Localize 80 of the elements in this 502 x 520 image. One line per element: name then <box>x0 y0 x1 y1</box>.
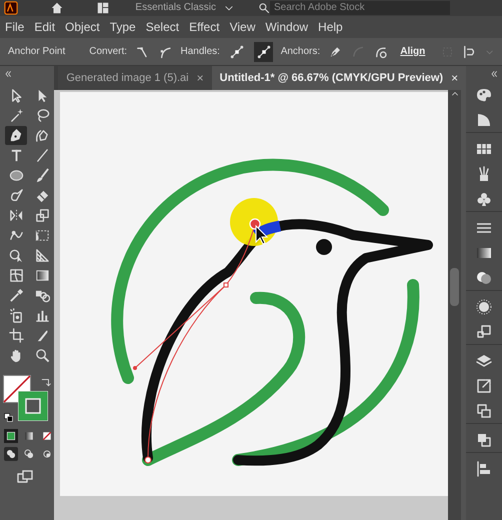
menu-item[interactable]: Object <box>60 18 105 36</box>
pen-tool-button[interactable] <box>5 126 27 145</box>
color-guide-icon[interactable] <box>476 112 492 128</box>
default-colors-icon[interactable] <box>4 413 13 422</box>
layout-icon[interactable] <box>96 1 110 15</box>
handles-toggle-button[interactable] <box>254 42 273 62</box>
scroll-up-icon[interactable] <box>450 90 459 98</box>
gradient-swatch-icon <box>24 431 34 441</box>
align-link[interactable]: Align <box>400 44 426 59</box>
pathfinder-icon[interactable] <box>476 432 492 448</box>
handles-icon <box>256 44 270 58</box>
artboards-icon[interactable] <box>476 402 492 418</box>
shaper-tool-icon <box>8 188 24 203</box>
reflect-tool-icon <box>8 208 24 223</box>
line-tool-icon <box>34 148 50 163</box>
home-icon[interactable] <box>50 1 64 15</box>
warp-tool-icon <box>8 228 24 243</box>
eyedropper-icon <box>8 288 24 303</box>
nested-circles-icon <box>42 449 52 459</box>
screen-mode-icon[interactable] <box>16 469 34 485</box>
appearance-icon[interactable] <box>476 298 492 314</box>
club-icon[interactable] <box>476 190 492 206</box>
document-tab[interactable]: Untitled-1* @ 66.67% (CMYK/GPU Preview) × <box>212 66 466 90</box>
curvature-tool-icon <box>34 128 50 143</box>
scrollbar-thumb[interactable] <box>450 268 460 306</box>
stroke-swatch[interactable] <box>18 391 48 421</box>
magic-wand-icon <box>8 108 24 123</box>
menu-item[interactable]: Type <box>104 18 141 36</box>
scale-tool-icon <box>34 208 50 223</box>
transparency-icon[interactable] <box>476 270 492 286</box>
draw-behind-button[interactable] <box>22 447 36 461</box>
color-swatch-icon <box>6 431 16 441</box>
menu-item[interactable]: Effect <box>184 18 225 36</box>
none-swatch-icon <box>42 431 52 441</box>
zoom-tool-icon <box>34 348 50 363</box>
color-palette-icon[interactable] <box>476 86 492 102</box>
paintbrush-icon <box>34 168 50 183</box>
ellipse-tool-icon <box>8 168 24 183</box>
graph-tool-icon <box>34 308 50 323</box>
menu-item[interactable]: File <box>0 18 30 36</box>
menu-item[interactable]: Select <box>140 18 184 36</box>
eraser-icon <box>34 188 50 203</box>
layers-icon[interactable] <box>476 352 492 368</box>
perspective-grid-icon <box>34 248 50 263</box>
lasso-icon <box>34 108 50 123</box>
shape-builder-icon <box>8 248 24 263</box>
handles-icon <box>230 44 244 58</box>
align-panel-icon[interactable] <box>476 460 492 476</box>
none-mode-button[interactable] <box>40 429 54 443</box>
convert-label: Convert: <box>89 45 128 59</box>
menu-item[interactable]: Help <box>313 18 348 36</box>
collapse-icon[interactable] <box>4 70 12 78</box>
menu-item[interactable]: View <box>224 18 260 36</box>
color-mode-button[interactable] <box>4 429 18 443</box>
tab-close-button[interactable]: × <box>188 69 204 87</box>
gradient-tool-icon <box>34 268 50 283</box>
draw-normal-button[interactable] <box>4 447 18 461</box>
pen-tool-icon <box>8 128 24 143</box>
handles-label: Handles: <box>180 45 220 59</box>
export-icon[interactable] <box>476 378 492 394</box>
transform-panel-icon[interactable] <box>476 324 492 340</box>
menu-item[interactable]: Window <box>260 18 314 36</box>
workspace-switcher[interactable]: Essentials Classic <box>135 0 216 16</box>
symbol-sprayer-icon <box>8 308 24 323</box>
app-logo-icon <box>4 1 18 15</box>
anchors-label: Anchors: <box>280 45 320 59</box>
align-options-icon[interactable] <box>462 44 477 60</box>
search-icon <box>258 2 270 14</box>
mesh-tool-icon <box>8 268 24 283</box>
blend-tool-icon <box>34 288 50 303</box>
artboard-tool-icon <box>8 328 24 343</box>
tool-name-label: Anchor Point <box>8 45 66 59</box>
free-transform-icon <box>34 228 50 243</box>
tab-close-button[interactable]: × <box>443 69 458 87</box>
document-tab[interactable]: Generated image 1 (5).ai × <box>58 66 212 90</box>
menu-item[interactable]: Edit <box>29 18 60 36</box>
swap-icon[interactable] <box>41 377 51 387</box>
collapse-icon[interactable] <box>490 70 498 78</box>
search-field[interactable]: Search Adobe Stock <box>270 1 450 15</box>
hand-tool-icon <box>8 348 24 363</box>
